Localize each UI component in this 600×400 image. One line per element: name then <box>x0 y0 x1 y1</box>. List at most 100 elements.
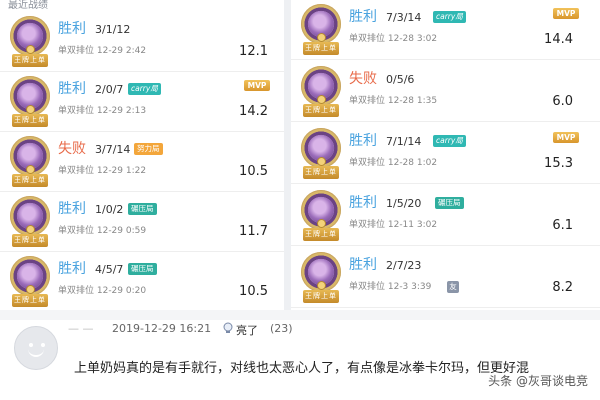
match-kda: 0/5/6 <box>386 73 415 86</box>
match-row[interactable]: 王牌上单 胜利 2/0/7 carry局单双排位 12-29 2:13 MVP 14.2 <box>0 72 284 132</box>
rank-badge: 王牌上单 <box>12 54 48 67</box>
column-divider <box>284 0 291 310</box>
match-row[interactable]: 王牌上单 失败 0/5/6 单双排位 12-28 1:35 6.0 <box>291 62 600 122</box>
match-score: 12.1 <box>239 44 268 59</box>
hero-portrait-icon: 王牌上单 <box>10 256 50 310</box>
match-meta: 单双排位 12-3 3:39 <box>349 282 432 292</box>
match-kda: 3/1/12 <box>95 23 131 36</box>
match-result: 胜利 <box>58 81 86 97</box>
match-result: 胜利 <box>349 257 377 273</box>
rank-medal-icon <box>317 219 326 228</box>
comment-username[interactable]: — — <box>68 322 94 335</box>
match-row[interactable]: 王牌上单 胜利 7/3/14 carry局 单双排位 12-28 3:02 MVP 14.4 <box>291 0 600 60</box>
hero-portrait-icon: 王牌上单 <box>301 66 341 120</box>
comment-text: 上单奶妈真的是有手就行，对线也太恶心人了，有点像是冰拳卡尔玛，但更好混 <box>74 361 530 376</box>
mvp-badge: MVP <box>553 8 579 19</box>
rank-medal-icon <box>317 281 326 290</box>
match-score: 10.5 <box>239 284 268 299</box>
match-row[interactable]: 王牌上单 胜利 4/5/7 碾压局 单双排位 12-29 0:20 10.5 <box>0 252 284 312</box>
match-score: 15.3 <box>544 156 573 171</box>
rank-badge: 王牌上单 <box>303 228 339 241</box>
rank-badge: 王牌上单 <box>12 174 48 187</box>
hero-portrait-icon: 王牌上单 <box>10 16 50 70</box>
hero-portrait-icon: 王牌上单 <box>301 252 341 306</box>
match-tag: 努力局 <box>134 143 163 155</box>
match-score: 8.2 <box>552 280 573 295</box>
match-score: 6.1 <box>552 218 573 233</box>
mvp-badge: MVP <box>553 132 579 143</box>
match-kda: 2/0/7 <box>95 83 124 96</box>
match-result: 胜利 <box>349 133 377 149</box>
watermark: 头条 @灰哥谈电竞 <box>488 374 588 388</box>
match-history-right: 王牌上单 胜利 7/3/14 carry局 单双排位 12-28 3:02 MVP 14.4… <box>291 0 600 310</box>
match-result: 胜利 <box>58 201 86 217</box>
hero-portrait-icon: 王牌上单 <box>301 190 341 244</box>
match-result: 胜利 <box>58 21 86 37</box>
avatar-mouth <box>28 349 44 357</box>
like-label[interactable]: 亮了 <box>236 322 258 338</box>
like-count: (23) <box>270 322 293 335</box>
friend-tag: 友 <box>447 281 459 293</box>
comment-time: 2019-12-29 16:21 <box>112 322 212 335</box>
match-kda: 4/5/7 <box>95 263 124 276</box>
match-score: 10.5 <box>239 164 268 179</box>
rank-medal-icon <box>26 165 35 174</box>
lightbulb-like-icon[interactable] <box>222 322 234 334</box>
match-score: 14.2 <box>239 104 268 119</box>
avatar-eye-left <box>29 343 33 347</box>
rank-badge: 王牌上单 <box>12 234 48 247</box>
rank-badge: 王牌上单 <box>303 42 339 55</box>
match-result: 失败 <box>349 71 377 87</box>
match-kda: 3/7/14 <box>95 143 131 156</box>
match-meta: 单双排位 12-29 2:13 <box>58 106 147 116</box>
match-kda: 7/1/14 <box>386 135 422 148</box>
match-result: 胜利 <box>58 261 86 277</box>
rank-badge: 王牌上单 <box>303 104 339 117</box>
match-meta: 单双排位 12-29 1:22 <box>58 166 147 176</box>
match-score: 6.0 <box>552 94 573 109</box>
hero-portrait-icon: 王牌上单 <box>10 196 50 250</box>
rank-medal-icon <box>317 33 326 42</box>
hero-portrait-icon: 王牌上单 <box>301 4 341 58</box>
rank-medal-icon <box>26 45 35 54</box>
hero-portrait-icon: 王牌上单 <box>10 136 50 190</box>
match-meta: 单双排位 12-29 0:20 <box>58 286 147 296</box>
match-row[interactable]: 王牌上单 胜利 2/7/23 单双排位 12-3 3:39 友 8.2 <box>291 248 600 308</box>
hero-portrait-icon: 王牌上单 <box>301 128 341 182</box>
match-meta: 单双排位 12-29 0:59 <box>58 226 147 236</box>
match-row[interactable]: 王牌上单 胜利 7/1/14 carry局单双排位 12-28 1:02 MVP 15.3 <box>291 124 600 184</box>
match-row[interactable]: 王牌上单 胜利 1/5/20 碾压局 单双排位 12-11 3:02 6.1 <box>291 186 600 246</box>
match-row[interactable]: 王牌上单 胜利 3/1/12 单双排位 12-29 2:42 12.1 <box>0 12 284 72</box>
mvp-badge: MVP <box>244 80 270 91</box>
rank-medal-icon <box>317 95 326 104</box>
match-meta: 单双排位 12-28 3:02 <box>349 34 438 44</box>
match-tag: 碾压局 <box>128 203 157 215</box>
avatar-eye-right <box>41 343 45 347</box>
match-kda: 1/0/2 <box>95 203 124 216</box>
match-tag: carry局 <box>433 11 466 23</box>
rank-medal-icon <box>317 157 326 166</box>
rank-badge: 王牌上单 <box>303 290 339 303</box>
match-kda: 1/5/20 <box>386 197 422 210</box>
match-row[interactable]: 王牌上单 失败 3/7/14 努力局单双排位 12-29 1:22 10.5 <box>0 132 284 192</box>
match-kda: 7/3/14 <box>386 11 422 24</box>
match-tag: carry局 <box>433 135 466 147</box>
rank-medal-icon <box>26 105 35 114</box>
match-result: 胜利 <box>349 9 377 25</box>
match-meta: 单双排位 12-28 1:02 <box>349 158 438 168</box>
comment-item: — — 2019-12-29 16:21 亮了 (23) 上单奶妈真的是有手就行… <box>0 320 600 400</box>
match-score: 11.7 <box>239 224 268 239</box>
match-meta: 单双排位 12-11 3:02 <box>349 220 438 230</box>
match-tag: carry局 <box>128 83 161 95</box>
hero-portrait-icon: 王牌上单 <box>10 76 50 130</box>
match-meta: 单双排位 12-29 2:42 <box>58 46 147 56</box>
match-meta: 单双排位 12-28 1:35 <box>349 96 438 106</box>
match-row[interactable]: 王牌上单 胜利 1/0/2 碾压局单双排位 12-29 0:59 11.7 <box>0 192 284 252</box>
match-history-left: 最近战绩 王牌上单 胜利 3/1/12 单双排位 12-29 2:42 12.1 王牌上单… <box>0 0 284 312</box>
rank-badge: 王牌上单 <box>12 114 48 127</box>
match-tag: 碾压局 <box>435 197 464 209</box>
match-result: 失败 <box>58 141 86 157</box>
smiley-avatar-icon[interactable] <box>14 326 58 370</box>
section-gutter <box>0 310 600 320</box>
section-title: 最近战绩 <box>8 0 48 11</box>
